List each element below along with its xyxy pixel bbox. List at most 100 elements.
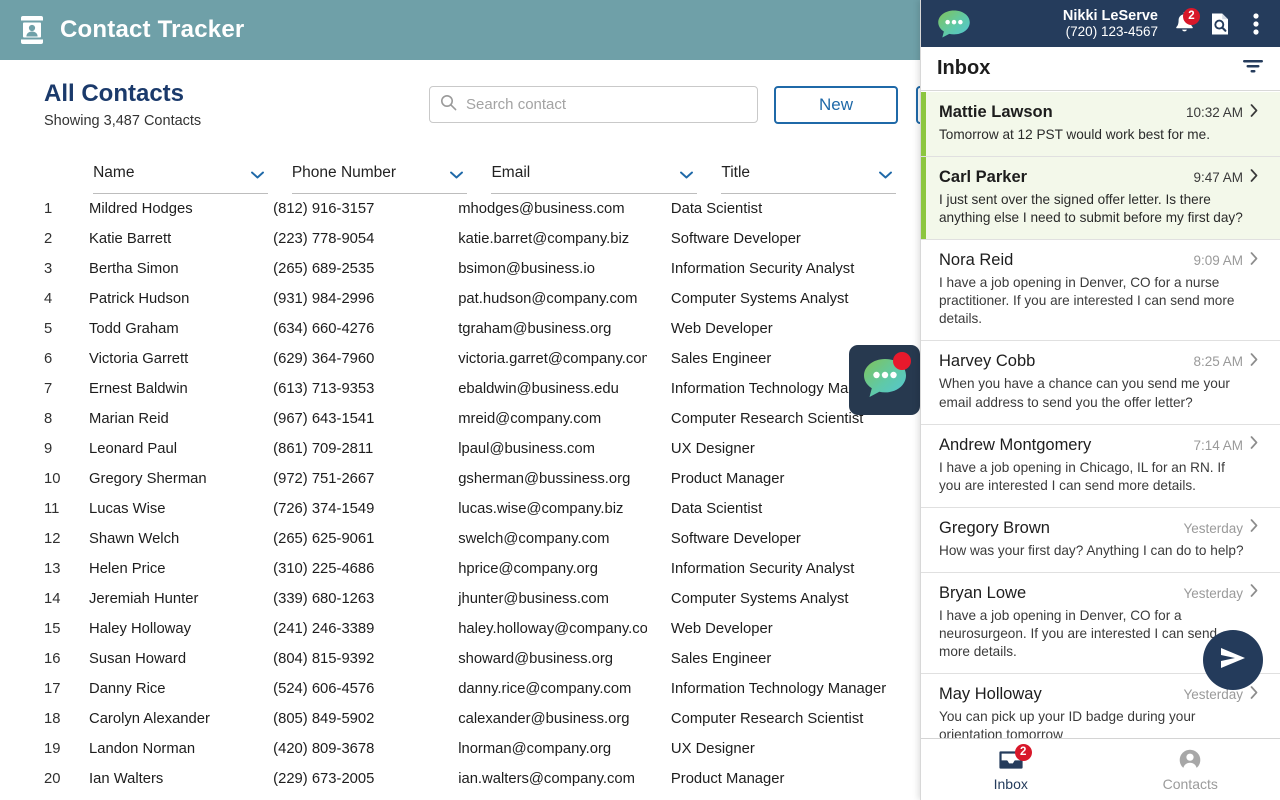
cell-phone: (223) 778-9054 [273,231,434,247]
table-row[interactable]: 13Helen Price(310) 225-4686hprice@compan… [0,554,920,584]
message-list-item[interactable]: Mattie Lawson10:32 AMTomorrow at 12 PST … [921,92,1280,157]
message-preview: How was your first day? Anything I can d… [939,542,1258,560]
cell-name: Katie Barrett [89,231,249,247]
chevron-right-icon[interactable] [1250,104,1258,122]
table-row[interactable]: 14Jeremiah Hunter(339) 680-1263jhunter@b… [0,584,920,614]
cell-phone: (241) 246-3389 [273,621,434,637]
chevron-down-icon[interactable] [251,166,264,174]
table-row[interactable]: 2Katie Barrett(223) 778-9054katie.barret… [0,224,920,254]
chevron-right-icon[interactable] [1250,686,1258,704]
cell-title: Product Manager [671,771,896,787]
table-row[interactable]: 7Ernest Baldwin(613) 713-9353ebaldwin@bu… [0,374,920,404]
cell-name: Mildred Hodges [89,201,249,217]
cell-phone: (812) 916-3157 [273,201,434,217]
message-sender-name: Mattie Lawson [939,103,1053,122]
message-meta: Yesterday [1183,686,1258,704]
table-row[interactable]: 5Todd Graham(634) 660-4276tgraham@busine… [0,314,920,344]
message-meta: 9:47 AM [1193,169,1258,187]
table-row[interactable]: 17Danny Rice(524) 606-4576danny.rice@com… [0,674,920,704]
table-row[interactable]: 9Leonard Paul(861) 709-2811lpaul@busines… [0,434,920,464]
cell-title: Computer Research Scientist [671,711,896,727]
search-input[interactable] [466,96,747,113]
table-row[interactable]: 15Haley Holloway(241) 246-3389haley.holl… [0,614,920,644]
chevron-down-icon[interactable] [879,166,892,174]
message-list-item[interactable]: Gregory Brown Yesterday How was your first… [921,508,1280,573]
cell-title: Data Scientist [671,501,896,517]
chevron-right-icon[interactable] [1250,353,1258,371]
message-list-item[interactable]: Carl Parker9:47 AMI just sent over the s… [921,157,1280,240]
cell-name: Bertha Simon [89,261,249,277]
cell-title: Web Developer [671,321,896,337]
table-row[interactable]: 19Landon Norman(420) 809-3678lnorman@com… [0,734,920,764]
table-row[interactable]: 18Carolyn Alexander(805) 849-5902calexan… [0,704,920,734]
column-header-phone-label: Phone Number [292,164,396,182]
app-header-bar: Contact Tracker [0,0,920,60]
message-list-item[interactable]: Nora Reid9:09 AMI have a job opening in … [921,240,1280,341]
message-list-item[interactable]: Harvey Cobb8:25 AMWhen you have a chance… [921,341,1280,424]
more-vertical-icon[interactable] [1242,9,1270,39]
contacts-table: Name Phone Number Email [0,158,920,794]
chevron-right-icon[interactable] [1250,436,1258,454]
table-row[interactable]: 16Susan Howard(804) 815-9392showard@busi… [0,644,920,674]
cell-name: Ian Walters [89,771,249,787]
cell-phone: (972) 751-2667 [273,471,434,487]
table-row[interactable]: 8Marian Reid(967) 643-1541mreid@company.… [0,404,920,434]
cell-email: mreid@company.com [458,411,647,427]
nav-item-contacts[interactable]: Contacts [1101,739,1280,800]
nav-item-inbox[interactable]: 2 Inbox [921,739,1101,800]
cell-title: Computer Systems Analyst [671,291,896,307]
filter-icon[interactable] [1242,58,1264,79]
table-row[interactable]: 12Shawn Welch(265) 625-9061swelch@compan… [0,524,920,554]
column-header-email[interactable]: Email [491,164,697,194]
message-preview: You can pick up your ID badge during you… [939,708,1258,738]
cell-idx: 7 [44,381,89,397]
document-search-icon[interactable] [1206,9,1234,39]
cell-phone: (613) 713-9353 [273,381,434,397]
table-row[interactable]: 6Victoria Garrett(629) 364-7960victoria.… [0,344,920,374]
cell-title: Information Security Analyst [671,561,896,577]
cell-idx: 4 [44,291,89,307]
message-list-item[interactable]: Andrew Montgomery7:14 AMI have a job ope… [921,425,1280,508]
table-row[interactable]: 11Lucas Wise(726) 374-1549lucas.wise@com… [0,494,920,524]
chat-user-phone: (720) 123-4567 [981,24,1158,39]
message-meta: Yesterday [1183,519,1258,537]
chat-launcher-button[interactable] [849,345,920,415]
column-header-name[interactable]: Name [93,164,268,194]
chat-user-name: Nikki LeServe [981,8,1158,24]
cell-email: gsherman@bussiness.org [458,471,647,487]
cell-name: Marian Reid [89,411,249,427]
table-row[interactable]: 3Bertha Simon(265) 689-2535bsimon@busine… [0,254,920,284]
cell-phone: (634) 660-4276 [273,321,434,337]
new-contact-button[interactable]: New [774,86,898,124]
cell-phone: (339) 680-1263 [273,591,434,607]
chevron-right-icon[interactable] [1250,584,1258,602]
table-row[interactable]: 20Ian Walters(229) 673-2005ian.walters@c… [0,764,920,794]
cell-name: Todd Graham [89,321,249,337]
table-row[interactable]: 1Mildred Hodges(812) 916-3157mhodges@bus… [0,194,920,224]
message-sender-name: Gregory Brown [939,519,1050,538]
message-header: May HollowayYesterday [939,685,1258,704]
chevron-right-icon[interactable] [1250,169,1258,187]
cell-name: Haley Holloway [89,621,249,637]
cell-idx: 8 [44,411,89,427]
notifications-button[interactable]: 2 [1170,9,1198,39]
message-meta: 7:14 AM [1193,436,1258,454]
message-header: Mattie Lawson10:32 AM [939,103,1258,122]
table-row[interactable]: 10Gregory Sherman(972) 751-2667gsherman@… [0,464,920,494]
chevron-right-icon[interactable] [1250,252,1258,270]
column-header-phone[interactable]: Phone Number [292,164,468,194]
compose-send-button[interactable] [1203,630,1263,690]
chevron-down-icon[interactable] [680,166,693,174]
message-header: Gregory Brown Yesterday [939,519,1258,538]
cell-email: jhunter@business.com [458,591,647,607]
cell-title: UX Designer [671,441,896,457]
table-row[interactable]: 4Patrick Hudson(931) 984-2996pat.hudson@… [0,284,920,314]
message-preview: I have a job opening in Chicago, IL for … [939,459,1258,495]
column-header-title[interactable]: Title [721,164,896,194]
chevron-down-icon[interactable] [450,166,463,174]
search-box[interactable] [429,86,758,123]
cell-name: Carolyn Alexander [89,711,249,727]
cell-name: Jeremiah Hunter [89,591,249,607]
cell-title: Web Developer [671,621,896,637]
chevron-right-icon[interactable] [1250,519,1258,537]
